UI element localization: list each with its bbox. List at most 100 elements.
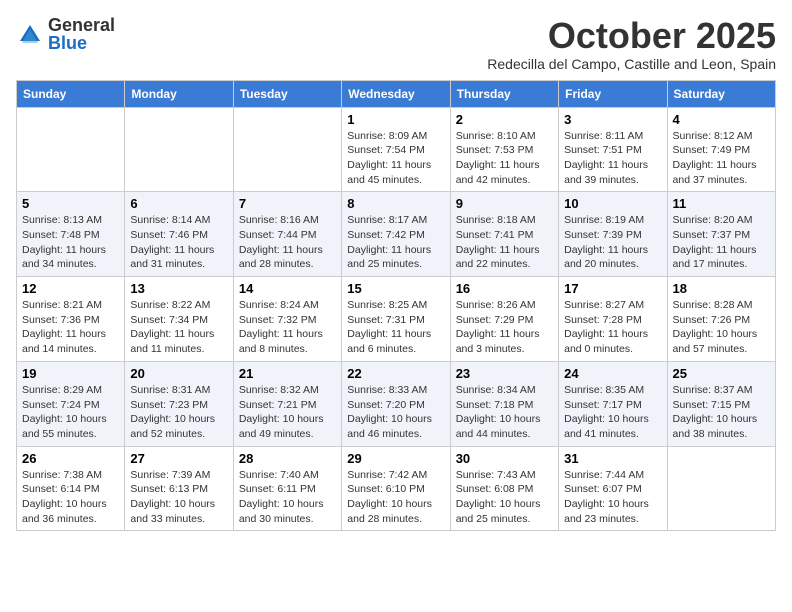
- day-info: Sunrise: 8:14 AMSunset: 7:46 PMDaylight:…: [130, 213, 227, 272]
- calendar-cell: 1 Sunrise: 8:09 AMSunset: 7:54 PMDaylight…: [342, 107, 450, 192]
- page-header: General Blue October 2025 Redecilla del …: [16, 16, 776, 72]
- day-number: 31: [564, 451, 661, 466]
- day-info: Sunrise: 7:39 AMSunset: 6:13 PMDaylight:…: [130, 468, 227, 527]
- calendar-week-5: 26 Sunrise: 7:38 AMSunset: 6:14 PMDayligh…: [17, 446, 776, 531]
- day-info: Sunrise: 8:22 AMSunset: 7:34 PMDaylight:…: [130, 298, 227, 357]
- day-number: 7: [239, 196, 336, 211]
- calendar-cell: 2Sunrise: 8:10 AMSunset: 7:53 PMDaylight…: [450, 107, 558, 192]
- day-info: Sunrise: 7:43 AMSunset: 6:08 PMDaylight:…: [456, 468, 553, 527]
- calendar-cell: 27 Sunrise: 7:39 AMSunset: 6:13 PMDayligh…: [125, 446, 233, 531]
- day-info: Sunrise: 8:28 AMSunset: 7:26 PMDaylight:…: [673, 298, 770, 357]
- day-number: 20: [130, 366, 227, 381]
- calendar-cell: [17, 107, 125, 192]
- day-number: 13: [130, 281, 227, 296]
- calendar-cell: 28 Sunrise: 7:40 AMSunset: 6:11 PMDayligh…: [233, 446, 341, 531]
- calendar-cell: 22 Sunrise: 8:33 AMSunset: 7:20 PMDayligh…: [342, 361, 450, 446]
- calendar-cell: 5Sunrise: 8:13 AMSunset: 7:48 PMDaylight…: [17, 192, 125, 277]
- day-number: 9: [456, 196, 553, 211]
- calendar-header-row: SundayMondayTuesdayWednesdayThursdayFrid…: [17, 80, 776, 107]
- day-info: Sunrise: 8:33 AMSunset: 7:20 PMDaylight:…: [347, 383, 444, 442]
- calendar-cell: 21 Sunrise: 8:32 AMSunset: 7:21 PMDayligh…: [233, 361, 341, 446]
- calendar-week-1: 1 Sunrise: 8:09 AMSunset: 7:54 PMDaylight…: [17, 107, 776, 192]
- weekday-header-wednesday: Wednesday: [342, 80, 450, 107]
- calendar-cell: 20 Sunrise: 8:31 AMSunset: 7:23 PMDayligh…: [125, 361, 233, 446]
- calendar-cell: 23 Sunrise: 8:34 AMSunset: 7:18 PMDayligh…: [450, 361, 558, 446]
- calendar-cell: 4Sunrise: 8:12 AMSunset: 7:49 PMDaylight…: [667, 107, 775, 192]
- weekday-header-tuesday: Tuesday: [233, 80, 341, 107]
- calendar-cell: 26 Sunrise: 7:38 AMSunset: 6:14 PMDayligh…: [17, 446, 125, 531]
- day-number: 27: [130, 451, 227, 466]
- calendar-week-3: 12Sunrise: 8:21 AMSunset: 7:36 PMDayligh…: [17, 277, 776, 362]
- calendar-cell: [125, 107, 233, 192]
- day-info: Sunrise: 8:09 AMSunset: 7:54 PMDaylight:…: [347, 129, 444, 188]
- day-info: Sunrise: 8:13 AMSunset: 7:48 PMDaylight:…: [22, 213, 119, 272]
- day-number: 21: [239, 366, 336, 381]
- day-number: 19: [22, 366, 119, 381]
- calendar-week-2: 5Sunrise: 8:13 AMSunset: 7:48 PMDaylight…: [17, 192, 776, 277]
- day-number: 15: [347, 281, 444, 296]
- calendar-week-4: 19 Sunrise: 8:29 AMSunset: 7:24 PMDayligh…: [17, 361, 776, 446]
- day-number: 30: [456, 451, 553, 466]
- day-number: 1: [347, 112, 444, 127]
- day-number: 29: [347, 451, 444, 466]
- calendar-cell: 24 Sunrise: 8:35 AMSunset: 7:17 PMDayligh…: [559, 361, 667, 446]
- day-number: 18: [673, 281, 770, 296]
- day-info: Sunrise: 8:31 AMSunset: 7:23 PMDaylight:…: [130, 383, 227, 442]
- day-number: 14: [239, 281, 336, 296]
- weekday-header-friday: Friday: [559, 80, 667, 107]
- day-number: 28: [239, 451, 336, 466]
- calendar-cell: 29Sunrise: 7:42 AMSunset: 6:10 PMDayligh…: [342, 446, 450, 531]
- day-info: Sunrise: 8:24 AMSunset: 7:32 PMDaylight:…: [239, 298, 336, 357]
- weekday-header-monday: Monday: [125, 80, 233, 107]
- calendar-cell: 30 Sunrise: 7:43 AMSunset: 6:08 PMDayligh…: [450, 446, 558, 531]
- day-info: Sunrise: 7:40 AMSunset: 6:11 PMDaylight:…: [239, 468, 336, 527]
- day-number: 24: [564, 366, 661, 381]
- day-number: 3: [564, 112, 661, 127]
- weekday-header-thursday: Thursday: [450, 80, 558, 107]
- calendar-cell: 9Sunrise: 8:18 AMSunset: 7:41 PMDaylight…: [450, 192, 558, 277]
- day-info: Sunrise: 8:35 AMSunset: 7:17 PMDaylight:…: [564, 383, 661, 442]
- location-subtitle: Redecilla del Campo, Castille and Leon, …: [487, 56, 776, 72]
- calendar-cell: 10 Sunrise: 8:19 AMSunset: 7:39 PMDayligh…: [559, 192, 667, 277]
- day-info: Sunrise: 8:17 AMSunset: 7:42 PMDaylight:…: [347, 213, 444, 272]
- day-number: 6: [130, 196, 227, 211]
- weekday-header-sunday: Sunday: [17, 80, 125, 107]
- calendar-cell: 16 Sunrise: 8:26 AMSunset: 7:29 PMDayligh…: [450, 277, 558, 362]
- day-number: 25: [673, 366, 770, 381]
- day-info: Sunrise: 7:44 AMSunset: 6:07 PMDaylight:…: [564, 468, 661, 527]
- calendar-cell: [233, 107, 341, 192]
- calendar-cell: 6 Sunrise: 8:14 AMSunset: 7:46 PMDaylight…: [125, 192, 233, 277]
- day-number: 23: [456, 366, 553, 381]
- day-number: 4: [673, 112, 770, 127]
- calendar-cell: 17Sunrise: 8:27 AMSunset: 7:28 PMDayligh…: [559, 277, 667, 362]
- day-info: Sunrise: 8:34 AMSunset: 7:18 PMDaylight:…: [456, 383, 553, 442]
- day-number: 22: [347, 366, 444, 381]
- logo-icon: [16, 21, 44, 49]
- logo: General Blue: [16, 16, 115, 52]
- day-info: Sunrise: 8:20 AMSunset: 7:37 PMDaylight:…: [673, 213, 770, 272]
- calendar-cell: 14 Sunrise: 8:24 AMSunset: 7:32 PMDayligh…: [233, 277, 341, 362]
- day-number: 10: [564, 196, 661, 211]
- day-number: 26: [22, 451, 119, 466]
- day-info: Sunrise: 8:29 AMSunset: 7:24 PMDaylight:…: [22, 383, 119, 442]
- month-title: October 2025: [487, 16, 776, 56]
- day-info: Sunrise: 8:11 AMSunset: 7:51 PMDaylight:…: [564, 129, 661, 188]
- weekday-header-saturday: Saturday: [667, 80, 775, 107]
- title-block: October 2025 Redecilla del Campo, Castil…: [487, 16, 776, 72]
- day-info: Sunrise: 8:26 AMSunset: 7:29 PMDaylight:…: [456, 298, 553, 357]
- calendar-cell: 31 Sunrise: 7:44 AMSunset: 6:07 PMDayligh…: [559, 446, 667, 531]
- day-number: 16: [456, 281, 553, 296]
- day-number: 17: [564, 281, 661, 296]
- calendar-cell: 19 Sunrise: 8:29 AMSunset: 7:24 PMDayligh…: [17, 361, 125, 446]
- day-info: Sunrise: 8:19 AMSunset: 7:39 PMDaylight:…: [564, 213, 661, 272]
- day-info: Sunrise: 7:38 AMSunset: 6:14 PMDaylight:…: [22, 468, 119, 527]
- day-info: Sunrise: 8:10 AMSunset: 7:53 PMDaylight:…: [456, 129, 553, 188]
- day-info: Sunrise: 8:32 AMSunset: 7:21 PMDaylight:…: [239, 383, 336, 442]
- calendar-cell: 12Sunrise: 8:21 AMSunset: 7:36 PMDayligh…: [17, 277, 125, 362]
- calendar-table: SundayMondayTuesdayWednesdayThursdayFrid…: [16, 80, 776, 532]
- calendar-cell: 11Sunrise: 8:20 AMSunset: 7:37 PMDayligh…: [667, 192, 775, 277]
- day-number: 12: [22, 281, 119, 296]
- calendar-cell: 15Sunrise: 8:25 AMSunset: 7:31 PMDayligh…: [342, 277, 450, 362]
- calendar-cell: 7Sunrise: 8:16 AMSunset: 7:44 PMDaylight…: [233, 192, 341, 277]
- calendar-cell: [667, 446, 775, 531]
